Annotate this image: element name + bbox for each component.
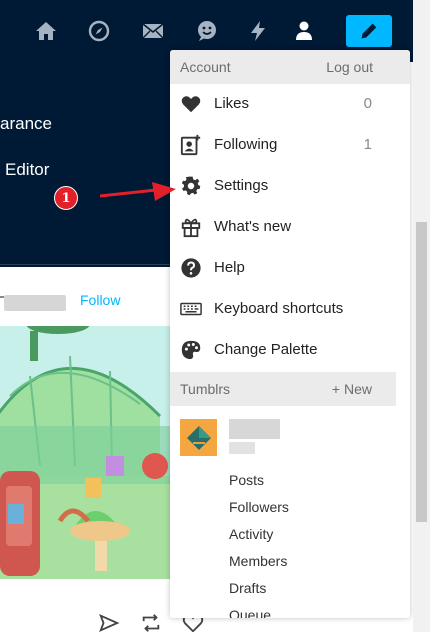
menu-item-label: Following bbox=[214, 136, 278, 153]
compose-pencil-button[interactable] bbox=[346, 15, 392, 47]
menu-item-change-palette[interactable]: Change Palette bbox=[170, 330, 396, 371]
menu-item-label: What's new bbox=[214, 218, 292, 235]
menu-item-label: Settings bbox=[214, 177, 269, 194]
following-count: 1 bbox=[363, 136, 372, 153]
palette-icon bbox=[180, 339, 202, 361]
blog-link-activity[interactable]: Activity bbox=[229, 526, 273, 542]
annotation-step-badge: 1 bbox=[54, 186, 78, 210]
menu-item-settings[interactable]: Settings bbox=[170, 166, 396, 207]
follow-button[interactable]: Follow bbox=[80, 292, 120, 308]
explore-compass-icon[interactable] bbox=[86, 18, 112, 44]
blog-link-members[interactable]: Members bbox=[229, 553, 287, 569]
add-person-icon bbox=[180, 134, 202, 156]
blog-link-followers[interactable]: Followers bbox=[229, 499, 289, 515]
home-icon[interactable] bbox=[33, 18, 59, 44]
page-scrollbar-thumb[interactable] bbox=[416, 222, 427, 522]
tumblrs-label: Tumblrs bbox=[180, 381, 231, 397]
panel-divider bbox=[0, 264, 172, 265]
new-tumblr-button[interactable]: + New bbox=[332, 381, 372, 397]
menu-item-label: Help bbox=[214, 259, 245, 276]
share-send-icon[interactable] bbox=[98, 612, 120, 632]
annotation-arrow-icon bbox=[99, 182, 176, 201]
blurred-blog-title bbox=[229, 442, 255, 454]
blurred-blog-name[interactable] bbox=[229, 419, 280, 439]
inbox-mail-icon[interactable] bbox=[140, 18, 166, 44]
account-section-header: Account Log out bbox=[170, 50, 410, 84]
blurred-username bbox=[4, 295, 66, 311]
blog-link-drafts[interactable]: Drafts bbox=[229, 580, 266, 596]
account-person-icon[interactable] bbox=[291, 18, 317, 44]
help-icon bbox=[180, 257, 202, 279]
messaging-smiley-icon[interactable] bbox=[194, 18, 220, 44]
likes-count: 0 bbox=[363, 95, 372, 112]
reblog-icon[interactable] bbox=[140, 612, 162, 632]
account-header-label: Account bbox=[180, 59, 231, 75]
menu-item-following[interactable]: Following 1 bbox=[170, 125, 396, 166]
appearance-link[interactable]: arance bbox=[0, 114, 52, 134]
tumblrs-section-header: Tumblrs + New bbox=[170, 372, 396, 406]
gift-icon bbox=[180, 216, 202, 238]
heart-icon bbox=[180, 93, 202, 115]
keyboard-icon bbox=[180, 298, 202, 320]
menu-item-label: Change Palette bbox=[214, 341, 318, 358]
menu-item-label: Likes bbox=[214, 95, 250, 112]
menu-item-likes[interactable]: Likes 0 bbox=[170, 84, 396, 125]
menu-item-keyboard-shortcuts[interactable]: Keyboard shortcuts bbox=[170, 289, 396, 330]
pencil-icon bbox=[361, 23, 377, 39]
menu-item-label: Keyboard shortcuts bbox=[214, 300, 344, 317]
editor-link[interactable]: Editor bbox=[5, 160, 49, 180]
account-sidebar-panel: arance Editor bbox=[0, 62, 172, 267]
blog-link-posts[interactable]: Posts bbox=[229, 472, 264, 488]
blog-avatar[interactable] bbox=[180, 419, 217, 456]
post-illustration-image[interactable] bbox=[0, 326, 172, 579]
activity-lightning-icon[interactable] bbox=[245, 18, 271, 44]
logout-link[interactable]: Log out bbox=[326, 59, 373, 75]
menu-item-help[interactable]: Help bbox=[170, 248, 396, 289]
account-dropdown-menu: Account Log out Likes 0 Following 1 Sett… bbox=[170, 50, 410, 618]
menu-item-whats-new[interactable]: What's new bbox=[170, 207, 396, 248]
blog-link-queue[interactable]: Queue bbox=[229, 607, 271, 618]
gear-icon bbox=[180, 175, 202, 197]
